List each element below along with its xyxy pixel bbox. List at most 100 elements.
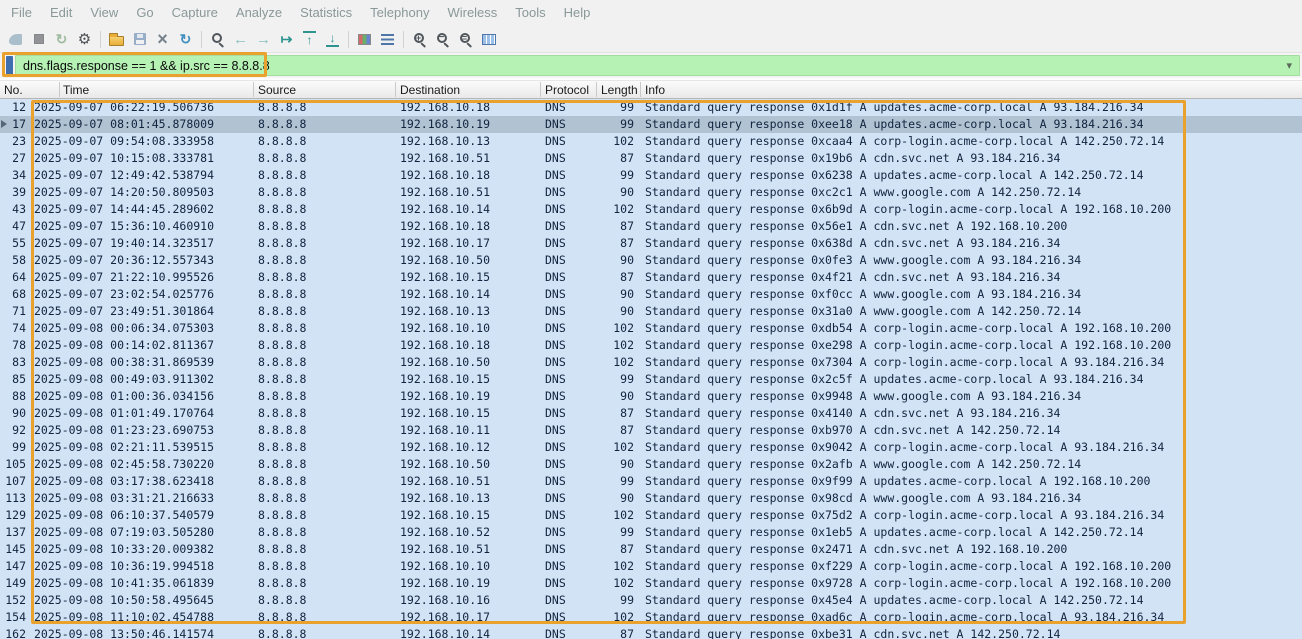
cell-src: 8.8.8.8	[254, 116, 396, 133]
menu-help[interactable]: Help	[555, 0, 600, 26]
start-capture-button[interactable]	[4, 28, 27, 51]
menu-statistics[interactable]: Statistics	[291, 0, 361, 26]
packet-row-92[interactable]: 922025-09-08 01:23:23.6907538.8.8.8192.1…	[0, 422, 1302, 439]
packet-row-74[interactable]: 742025-09-08 00:06:34.0753038.8.8.8192.1…	[0, 320, 1302, 337]
packet-row-90[interactable]: 902025-09-08 01:01:49.1707648.8.8.8192.1…	[0, 405, 1302, 422]
packet-row-78[interactable]: 782025-09-08 00:14:02.8113678.8.8.8192.1…	[0, 337, 1302, 354]
colorize-packets-button[interactable]	[353, 28, 376, 51]
packet-row-55[interactable]: 552025-09-07 19:40:14.3235178.8.8.8192.1…	[0, 235, 1302, 252]
reload-file-button[interactable]	[174, 28, 197, 51]
column-header-source[interactable]: Source	[258, 83, 378, 97]
packet-row-27[interactable]: 272025-09-07 10:15:08.3337818.8.8.8192.1…	[0, 150, 1302, 167]
menu-telephony[interactable]: Telephony	[361, 0, 438, 26]
packet-row-23[interactable]: 232025-09-07 09:54:08.3339588.8.8.8192.1…	[0, 133, 1302, 150]
column-resize-handle[interactable]	[640, 82, 641, 97]
column-header-protocol[interactable]: Protocol	[545, 83, 593, 97]
go-back-button[interactable]	[229, 28, 252, 51]
column-header-destination[interactable]: Destination	[400, 83, 530, 97]
zoom-out-button[interactable]	[431, 28, 454, 51]
packet-row-147[interactable]: 1472025-09-08 10:36:19.9945188.8.8.8192.…	[0, 558, 1302, 575]
cell-src: 8.8.8.8	[254, 405, 396, 422]
packet-row-149[interactable]: 1492025-09-08 10:41:35.0618398.8.8.8192.…	[0, 575, 1302, 592]
stop-capture-button[interactable]	[27, 28, 50, 51]
column-header-no[interactable]: No.	[4, 83, 44, 97]
go-forward-button[interactable]	[252, 28, 275, 51]
cell-time: 2025-09-08 01:00:36.034156	[26, 388, 254, 405]
menu-edit[interactable]: Edit	[41, 0, 81, 26]
open-file-button[interactable]	[105, 28, 128, 51]
display-filter-input[interactable]: dns.flags.response == 1 && ip.src == 8.8…	[15, 55, 1300, 76]
packet-row-64[interactable]: 642025-09-07 21:22:10.9955268.8.8.8192.1…	[0, 269, 1302, 286]
packet-row-162[interactable]: 1622025-09-08 13:50:46.1415748.8.8.8192.…	[0, 626, 1302, 639]
packet-row-113[interactable]: 1132025-09-08 03:31:21.2166338.8.8.8192.…	[0, 490, 1302, 507]
resize-columns-button[interactable]	[477, 28, 500, 51]
packet-row-137[interactable]: 1372025-09-08 07:19:03.5052808.8.8.8192.…	[0, 524, 1302, 541]
cell-src: 8.8.8.8	[254, 490, 396, 507]
capture-options-button[interactable]	[73, 28, 96, 51]
cell-dst: 192.168.10.15	[396, 507, 541, 524]
close-file-button[interactable]	[151, 28, 174, 51]
go-first-button[interactable]	[298, 28, 321, 51]
packet-row-85[interactable]: 852025-09-08 00:49:03.9113028.8.8.8192.1…	[0, 371, 1302, 388]
column-resize-handle[interactable]	[395, 82, 396, 97]
cell-time: 2025-09-07 12:49:42.538794	[26, 167, 254, 184]
auto-scroll-button[interactable]	[376, 28, 399, 51]
menu-go[interactable]: Go	[127, 0, 162, 26]
packet-row-129[interactable]: 1292025-09-08 06:10:37.5405798.8.8.8192.…	[0, 507, 1302, 524]
packet-row-68[interactable]: 682025-09-07 23:02:54.0257768.8.8.8192.1…	[0, 286, 1302, 303]
menu-wireless[interactable]: Wireless	[438, 0, 506, 26]
cell-src: 8.8.8.8	[254, 337, 396, 354]
cell-proto: DNS	[541, 201, 597, 218]
cell-no: 152	[0, 592, 26, 609]
packet-row-34[interactable]: 342025-09-07 12:49:42.5387948.8.8.8192.1…	[0, 167, 1302, 184]
find-packet-button[interactable]	[206, 28, 229, 51]
column-resize-handle[interactable]	[253, 82, 254, 97]
cell-len: 87	[597, 218, 637, 235]
column-header-info[interactable]: Info	[645, 83, 845, 97]
packet-row-83[interactable]: 832025-09-08 00:38:31.8695398.8.8.8192.1…	[0, 354, 1302, 371]
menu-file[interactable]: File	[2, 0, 41, 26]
filter-dropdown-chevron-icon[interactable]: ▾	[1286, 59, 1299, 72]
zoom-in-button[interactable]	[408, 28, 431, 51]
cell-info: Standard query response 0x7304 A corp-lo…	[637, 354, 1302, 371]
cell-no: 17	[0, 116, 26, 133]
packet-row-12[interactable]: 122025-09-07 06:22:19.5067368.8.8.8192.1…	[0, 99, 1302, 116]
packet-row-71[interactable]: 712025-09-07 23:49:51.3018648.8.8.8192.1…	[0, 303, 1302, 320]
cell-src: 8.8.8.8	[254, 133, 396, 150]
column-header-length[interactable]: Length	[601, 83, 637, 97]
packet-row-145[interactable]: 1452025-09-08 10:33:20.0093828.8.8.8192.…	[0, 541, 1302, 558]
menu-tools[interactable]: Tools	[506, 0, 554, 26]
packet-row-154[interactable]: 1542025-09-08 11:10:02.4547888.8.8.8192.…	[0, 609, 1302, 626]
menu-view[interactable]: View	[81, 0, 127, 26]
packet-row-47[interactable]: 472025-09-07 15:36:10.4609108.8.8.8192.1…	[0, 218, 1302, 235]
packet-row-43[interactable]: 432025-09-07 14:44:45.2896028.8.8.8192.1…	[0, 201, 1302, 218]
cell-len: 90	[597, 286, 637, 303]
packet-row-17[interactable]: 172025-09-07 08:01:45.8780098.8.8.8192.1…	[0, 116, 1302, 133]
zoom-original-button[interactable]	[454, 28, 477, 51]
display-filter-text: dns.flags.response == 1 && ip.src == 8.8…	[16, 59, 1286, 73]
packet-row-105[interactable]: 1052025-09-08 02:45:58.7302208.8.8.8192.…	[0, 456, 1302, 473]
toolbar-separator	[348, 31, 349, 48]
cell-dst: 192.168.10.18	[396, 167, 541, 184]
packet-row-99[interactable]: 992025-09-08 02:21:11.5395158.8.8.8192.1…	[0, 439, 1302, 456]
packet-row-107[interactable]: 1072025-09-08 03:17:38.6234188.8.8.8192.…	[0, 473, 1302, 490]
go-last-button[interactable]	[321, 28, 344, 51]
restart-capture-button[interactable]	[50, 28, 73, 51]
packet-row-88[interactable]: 882025-09-08 01:00:36.0341568.8.8.8192.1…	[0, 388, 1302, 405]
cell-src: 8.8.8.8	[254, 286, 396, 303]
go-to-packet-button[interactable]	[275, 28, 298, 51]
column-header-time[interactable]: Time	[63, 83, 213, 97]
packet-row-58[interactable]: 582025-09-07 20:36:12.5573438.8.8.8192.1…	[0, 252, 1302, 269]
menu-analyze[interactable]: Analyze	[227, 0, 291, 26]
menu-capture[interactable]: Capture	[163, 0, 227, 26]
cell-time: 2025-09-08 13:50:46.141574	[26, 626, 254, 639]
cell-time: 2025-09-07 23:02:54.025776	[26, 286, 254, 303]
packet-row-39[interactable]: 392025-09-07 14:20:50.8095038.8.8.8192.1…	[0, 184, 1302, 201]
column-resize-handle[interactable]	[540, 82, 541, 97]
zoom-out-magnifier-glyph	[437, 33, 447, 43]
filter-bookmark-icon[interactable]	[6, 56, 13, 75]
save-file-button[interactable]	[128, 28, 151, 51]
column-resize-handle[interactable]	[596, 82, 597, 97]
packet-row-152[interactable]: 1522025-09-08 10:50:58.4956458.8.8.8192.…	[0, 592, 1302, 609]
column-resize-handle[interactable]	[59, 82, 60, 97]
